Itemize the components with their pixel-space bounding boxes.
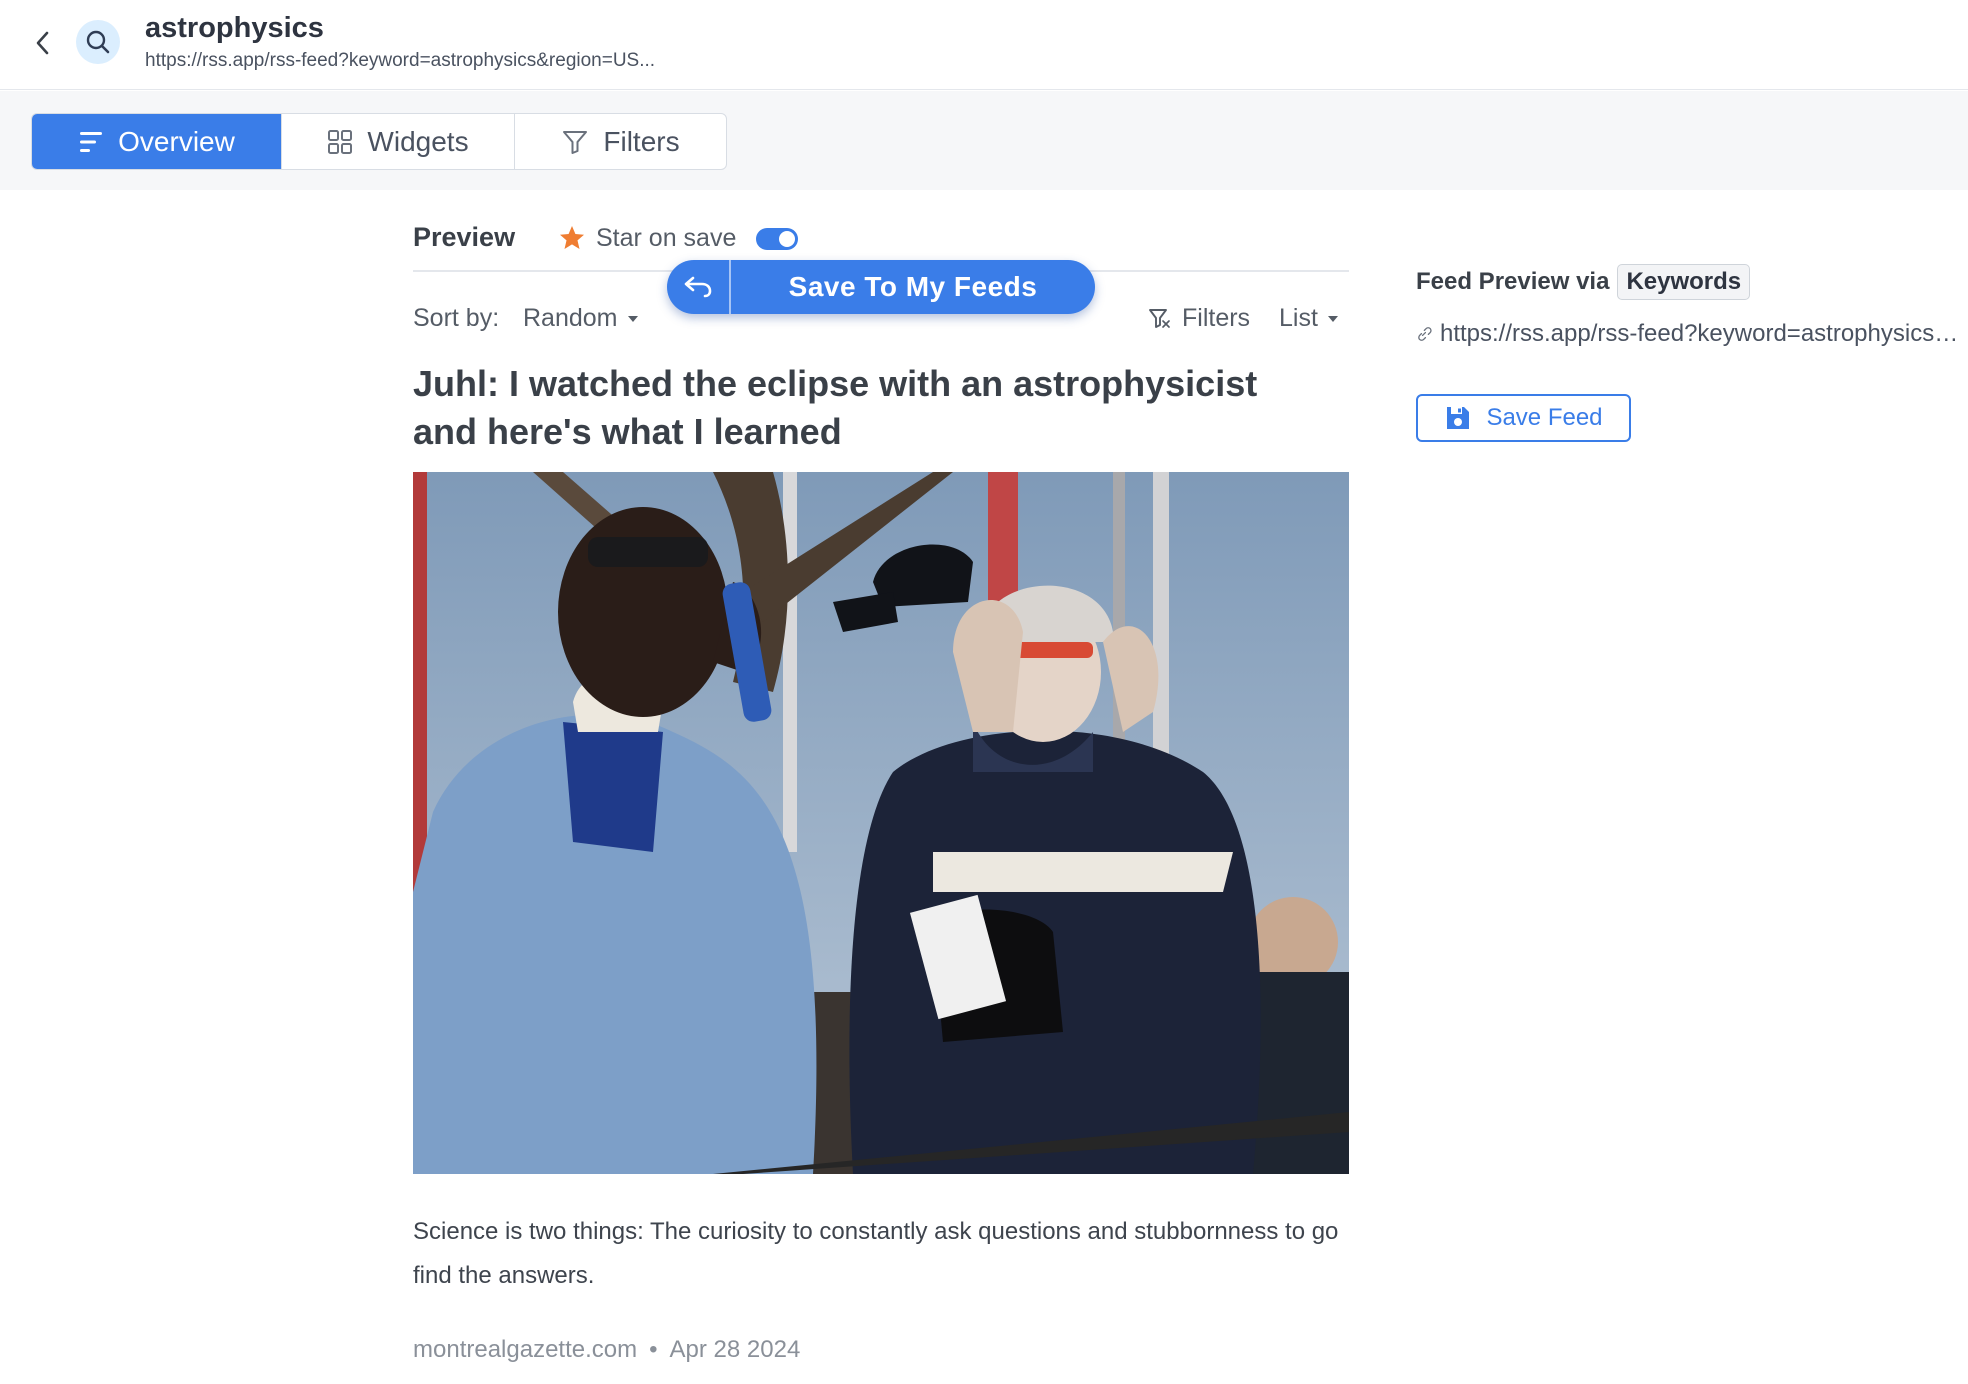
search-icon xyxy=(86,30,110,54)
feed-url-link[interactable]: https://rss.app/rss-feed?keyword=astroph… xyxy=(1416,320,1968,348)
back-button[interactable] xyxy=(28,28,56,58)
star-on-save-toggle[interactable] xyxy=(756,228,798,250)
article-title[interactable]: Juhl: I watched the eclipse with an astr… xyxy=(413,360,1313,456)
feed-header: astrophysics https://rss.app/rss-feed?ke… xyxy=(0,0,1968,90)
article-meta: montrealgazette.com • Apr 28 2024 xyxy=(413,1336,800,1364)
tabs-bar: Overview Widgets Filters xyxy=(0,91,1968,190)
grid-icon xyxy=(328,129,353,154)
sort-value: Random xyxy=(523,304,618,332)
save-feed-button[interactable]: Save Feed xyxy=(1416,394,1631,442)
tab-overview-label: Overview xyxy=(118,125,235,157)
eclipse-photo-illustration xyxy=(413,472,1349,1174)
article-image[interactable] xyxy=(413,472,1349,1174)
sort-dropdown[interactable]: Random xyxy=(523,304,638,333)
tab-filters-label: Filters xyxy=(603,125,680,157)
feed-preview-via: Feed Preview via Keywords xyxy=(1416,264,1751,300)
article-source[interactable]: montrealgazette.com xyxy=(413,1336,637,1364)
view-mode-label: List xyxy=(1279,304,1318,332)
feed-url-text: https://rss.app/rss-feed?keyword=astroph… xyxy=(1439,320,1968,347)
save-feed-label: Save Feed xyxy=(1486,404,1603,431)
star-icon xyxy=(560,226,584,249)
link-icon xyxy=(1418,327,1432,341)
feed-type-badge xyxy=(76,20,120,64)
preview-title: Preview xyxy=(413,222,516,252)
tab-overview[interactable]: Overview xyxy=(32,114,282,169)
feed-url: https://rss.app/rss-feed?keyword=astroph… xyxy=(145,50,656,71)
funnel-icon xyxy=(1149,308,1170,328)
feed-preview-label: Feed Preview via xyxy=(1416,268,1610,295)
feed-title: astrophysics xyxy=(145,12,324,44)
floppy-disk-icon xyxy=(1447,407,1470,429)
toggle-knob xyxy=(779,231,795,247)
list-lines-icon xyxy=(80,131,103,152)
tab-widgets-label: Widgets xyxy=(367,125,469,157)
chevron-left-icon xyxy=(36,31,49,55)
filters-button[interactable]: Filters xyxy=(1148,304,1250,333)
star-on-save-label: Star on save xyxy=(596,224,737,252)
article-date: Apr 28 2024 xyxy=(669,1336,801,1363)
tab-widgets[interactable]: Widgets xyxy=(282,114,515,169)
sort-row: Sort by: Random Filters List xyxy=(413,300,1349,340)
meta-separator: • xyxy=(649,1336,658,1363)
save-to-my-feeds-label: Save To My Feeds xyxy=(788,271,1038,302)
filters-button-label: Filters xyxy=(1182,304,1251,332)
tab-group: Overview Widgets Filters xyxy=(31,113,727,170)
funnel-icon xyxy=(563,130,588,154)
view-mode-dropdown[interactable]: List xyxy=(1279,304,1338,333)
tab-filters[interactable]: Filters xyxy=(515,114,726,169)
caret-down-icon xyxy=(627,315,638,322)
sort-label: Sort by: xyxy=(413,304,500,332)
undo-arrow-icon xyxy=(684,276,712,298)
caret-down-icon xyxy=(1327,315,1338,322)
feed-source-badge: Keywords xyxy=(1617,264,1751,300)
article-description: Science is two things: The curiosity to … xyxy=(413,1218,1339,1289)
